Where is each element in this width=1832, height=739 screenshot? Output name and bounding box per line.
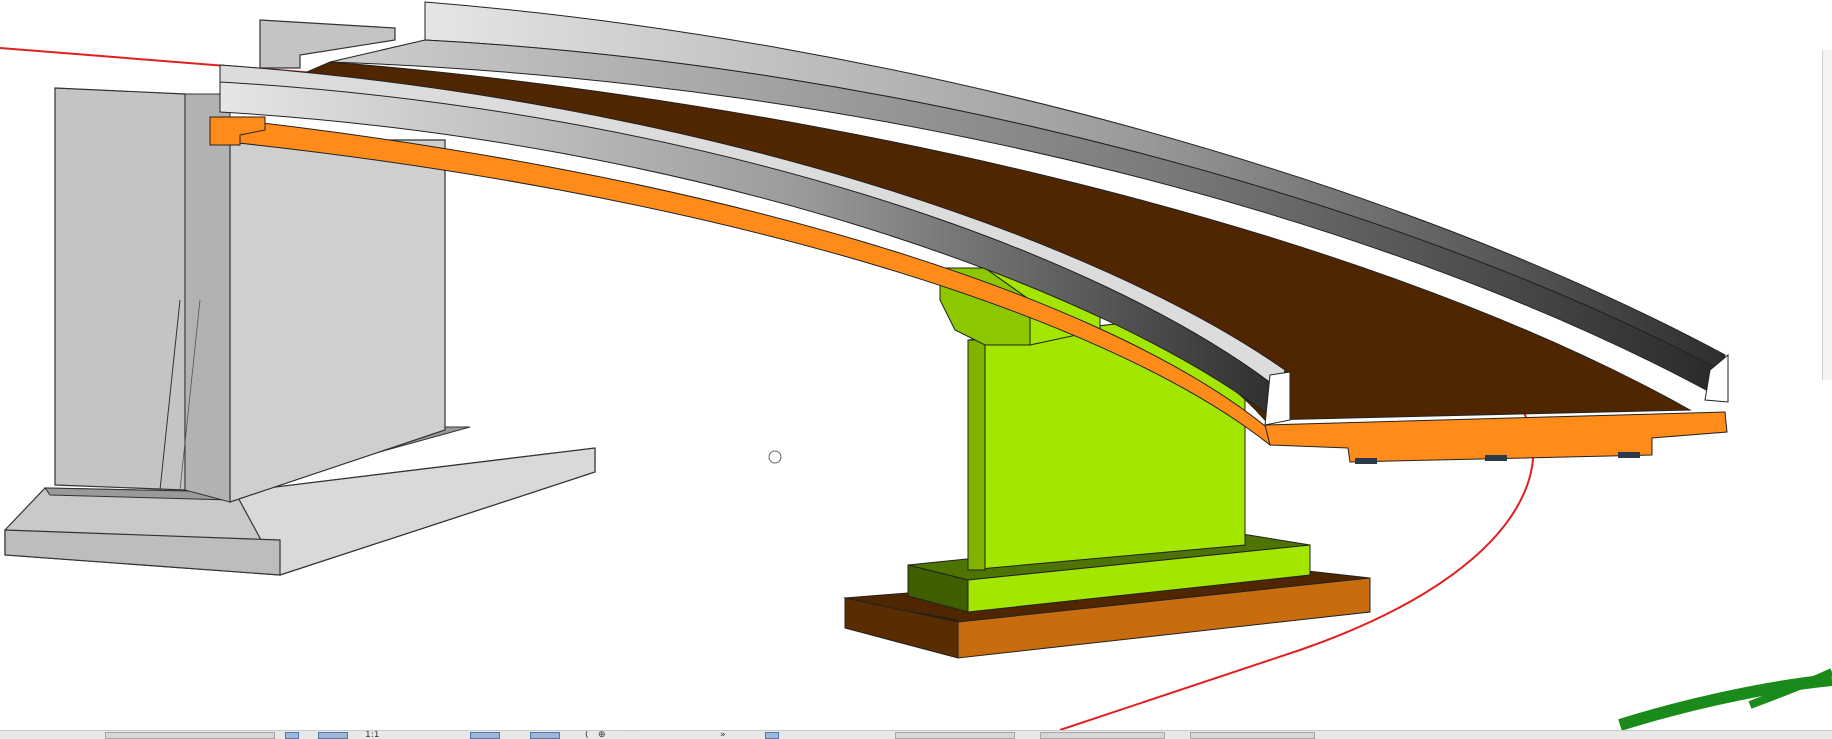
3d-viewport[interactable]	[0, 0, 1832, 730]
view-cursor	[768, 450, 782, 464]
view-cube-icon[interactable]	[1618, 668, 1832, 730]
vertical-scrollbar[interactable]	[1822, 50, 1832, 380]
